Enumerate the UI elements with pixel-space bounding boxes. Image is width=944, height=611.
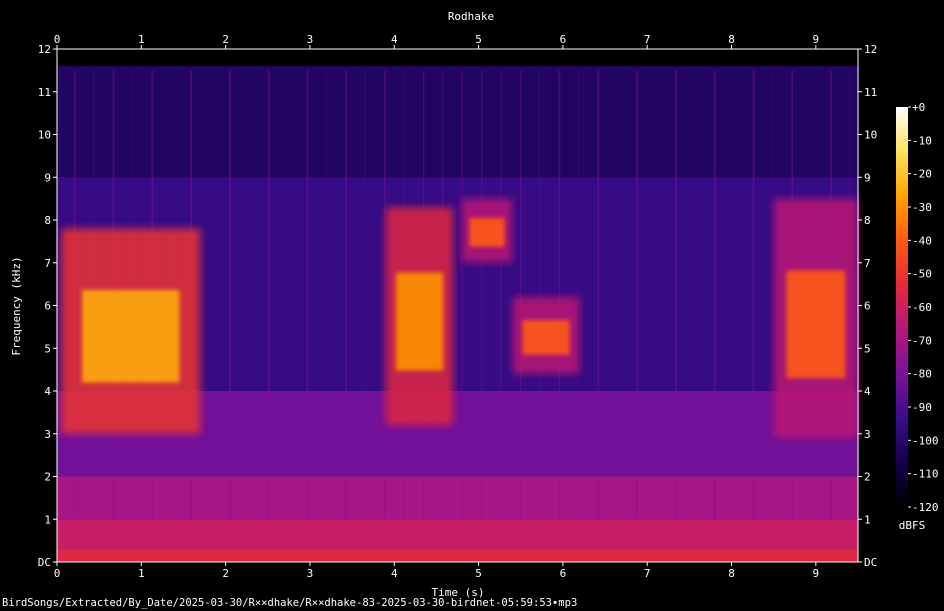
y-axis-title: Frequency (kHz)	[10, 256, 23, 355]
transient-streak	[364, 70, 366, 520]
colorbar-tick-label: -90	[912, 401, 932, 414]
y-tick-label-right: 8	[864, 214, 871, 227]
y-tick-label-right: 9	[864, 171, 871, 184]
y-tick-label: 7	[44, 257, 51, 270]
colorbar-tick-label: -110	[912, 468, 939, 481]
transient-streak	[306, 70, 309, 520]
y-tick-label: 11	[38, 86, 51, 99]
y-tick-label-right: 1	[864, 513, 871, 526]
frequency-band	[57, 519, 858, 550]
y-tick-label-right: 11	[864, 86, 877, 99]
colorbar-tick-label: +0	[912, 101, 925, 114]
colorbar-tick-label: -40	[912, 234, 932, 247]
call-core	[786, 270, 846, 379]
x-tick-label-top: 4	[391, 33, 398, 46]
transient-streak	[461, 70, 463, 520]
y-tick-label-right: 10	[864, 129, 877, 142]
transient-streak	[229, 70, 231, 520]
colorbar-label: dBFS	[899, 519, 926, 532]
x-tick-label-top: 3	[307, 33, 314, 46]
y-tick-label: 3	[44, 428, 51, 441]
transient-streak	[558, 70, 561, 520]
spectrogram-figure: Rodhake 0123456789 0123456789 DC12345678…	[0, 0, 944, 611]
frequency-band	[57, 476, 858, 520]
y-tick-label: 6	[44, 300, 51, 313]
transient-streak	[345, 70, 348, 520]
x-tick-label-top: 2	[222, 33, 229, 46]
x-tick-label-top: 5	[475, 33, 482, 46]
x-tick-label: 7	[644, 567, 651, 580]
x-tick-label: 3	[307, 567, 314, 580]
x-tick-label: 8	[728, 567, 735, 580]
x-tick-label-top: 6	[560, 33, 567, 46]
y-tick-label: 4	[44, 385, 51, 398]
file-path: BirdSongs/Extracted/By_Date/2025-03-30/R…	[2, 597, 578, 609]
colorbar-tick-label: -50	[912, 268, 932, 281]
y-tick-label-right: 3	[864, 428, 871, 441]
frequency-band	[57, 66, 858, 178]
y-tick-label-right: 12	[864, 43, 877, 56]
y-tick-label-right: DC	[864, 556, 877, 569]
colorbar-tick-label: -20	[912, 168, 932, 181]
transient-streak	[636, 70, 639, 520]
x-tick-label-top: 9	[813, 33, 820, 46]
colorbar-tick-label: -100	[912, 434, 939, 447]
y-tick-label: 5	[44, 342, 51, 355]
transient-streak	[500, 70, 502, 520]
x-tick-label: 2	[222, 567, 229, 580]
call-core	[522, 320, 570, 355]
transient-streak	[519, 70, 522, 520]
frequency-band	[57, 49, 858, 67]
y-tick-label: 12	[38, 43, 51, 56]
call-core	[82, 290, 180, 383]
y-tick-label-right: 2	[864, 471, 871, 484]
y-tick-label-right: 4	[864, 385, 871, 398]
colorbar-tick-label: -10	[912, 134, 932, 147]
transient-streak	[384, 70, 386, 520]
colorbar-tick-label: -70	[912, 334, 932, 347]
x-tick-label-top: 7	[644, 33, 651, 46]
colorbar-tick-label: -60	[912, 301, 932, 314]
chart-title: Rodhake	[448, 10, 494, 23]
x-tick-label: 4	[391, 567, 398, 580]
transient-streak	[675, 70, 677, 520]
colorbar-scale	[896, 107, 908, 507]
y-tick-label: 8	[44, 214, 51, 227]
x-tick-label-top: 8	[728, 33, 735, 46]
transient-streak	[481, 70, 483, 520]
y-tick-label: 2	[44, 471, 51, 484]
spectrogram-plot	[56, 48, 859, 563]
y-tick-label: 9	[44, 171, 51, 184]
frequency-band	[57, 549, 858, 562]
colorbar-tick-label: -120	[912, 501, 939, 514]
x-tick-label: 5	[475, 567, 482, 580]
y-tick-label-right: 5	[864, 342, 871, 355]
transient-streak	[539, 70, 540, 520]
y-tick-label-right: 7	[864, 257, 871, 270]
colorbar-tick-label: -80	[912, 368, 932, 381]
x-tick-label: 1	[138, 567, 145, 580]
y-tick-label: 1	[44, 513, 51, 526]
call-core	[469, 217, 505, 247]
call-core	[395, 272, 444, 371]
y-tick-label: 10	[38, 129, 51, 142]
y-tick-label-right: 6	[864, 300, 871, 313]
transient-streak	[713, 70, 716, 520]
x-tick-label: 6	[560, 567, 567, 580]
y-tick-label: DC	[38, 556, 51, 569]
x-tick-label: 0	[54, 567, 61, 580]
x-tick-label-top: 1	[138, 33, 145, 46]
transient-streak	[597, 70, 600, 520]
x-tick-label: 9	[813, 567, 820, 580]
transient-streak	[267, 70, 270, 520]
transient-streak	[752, 70, 755, 520]
x-tick-label-top: 0	[54, 33, 61, 46]
colorbar-tick-label: -30	[912, 201, 932, 214]
